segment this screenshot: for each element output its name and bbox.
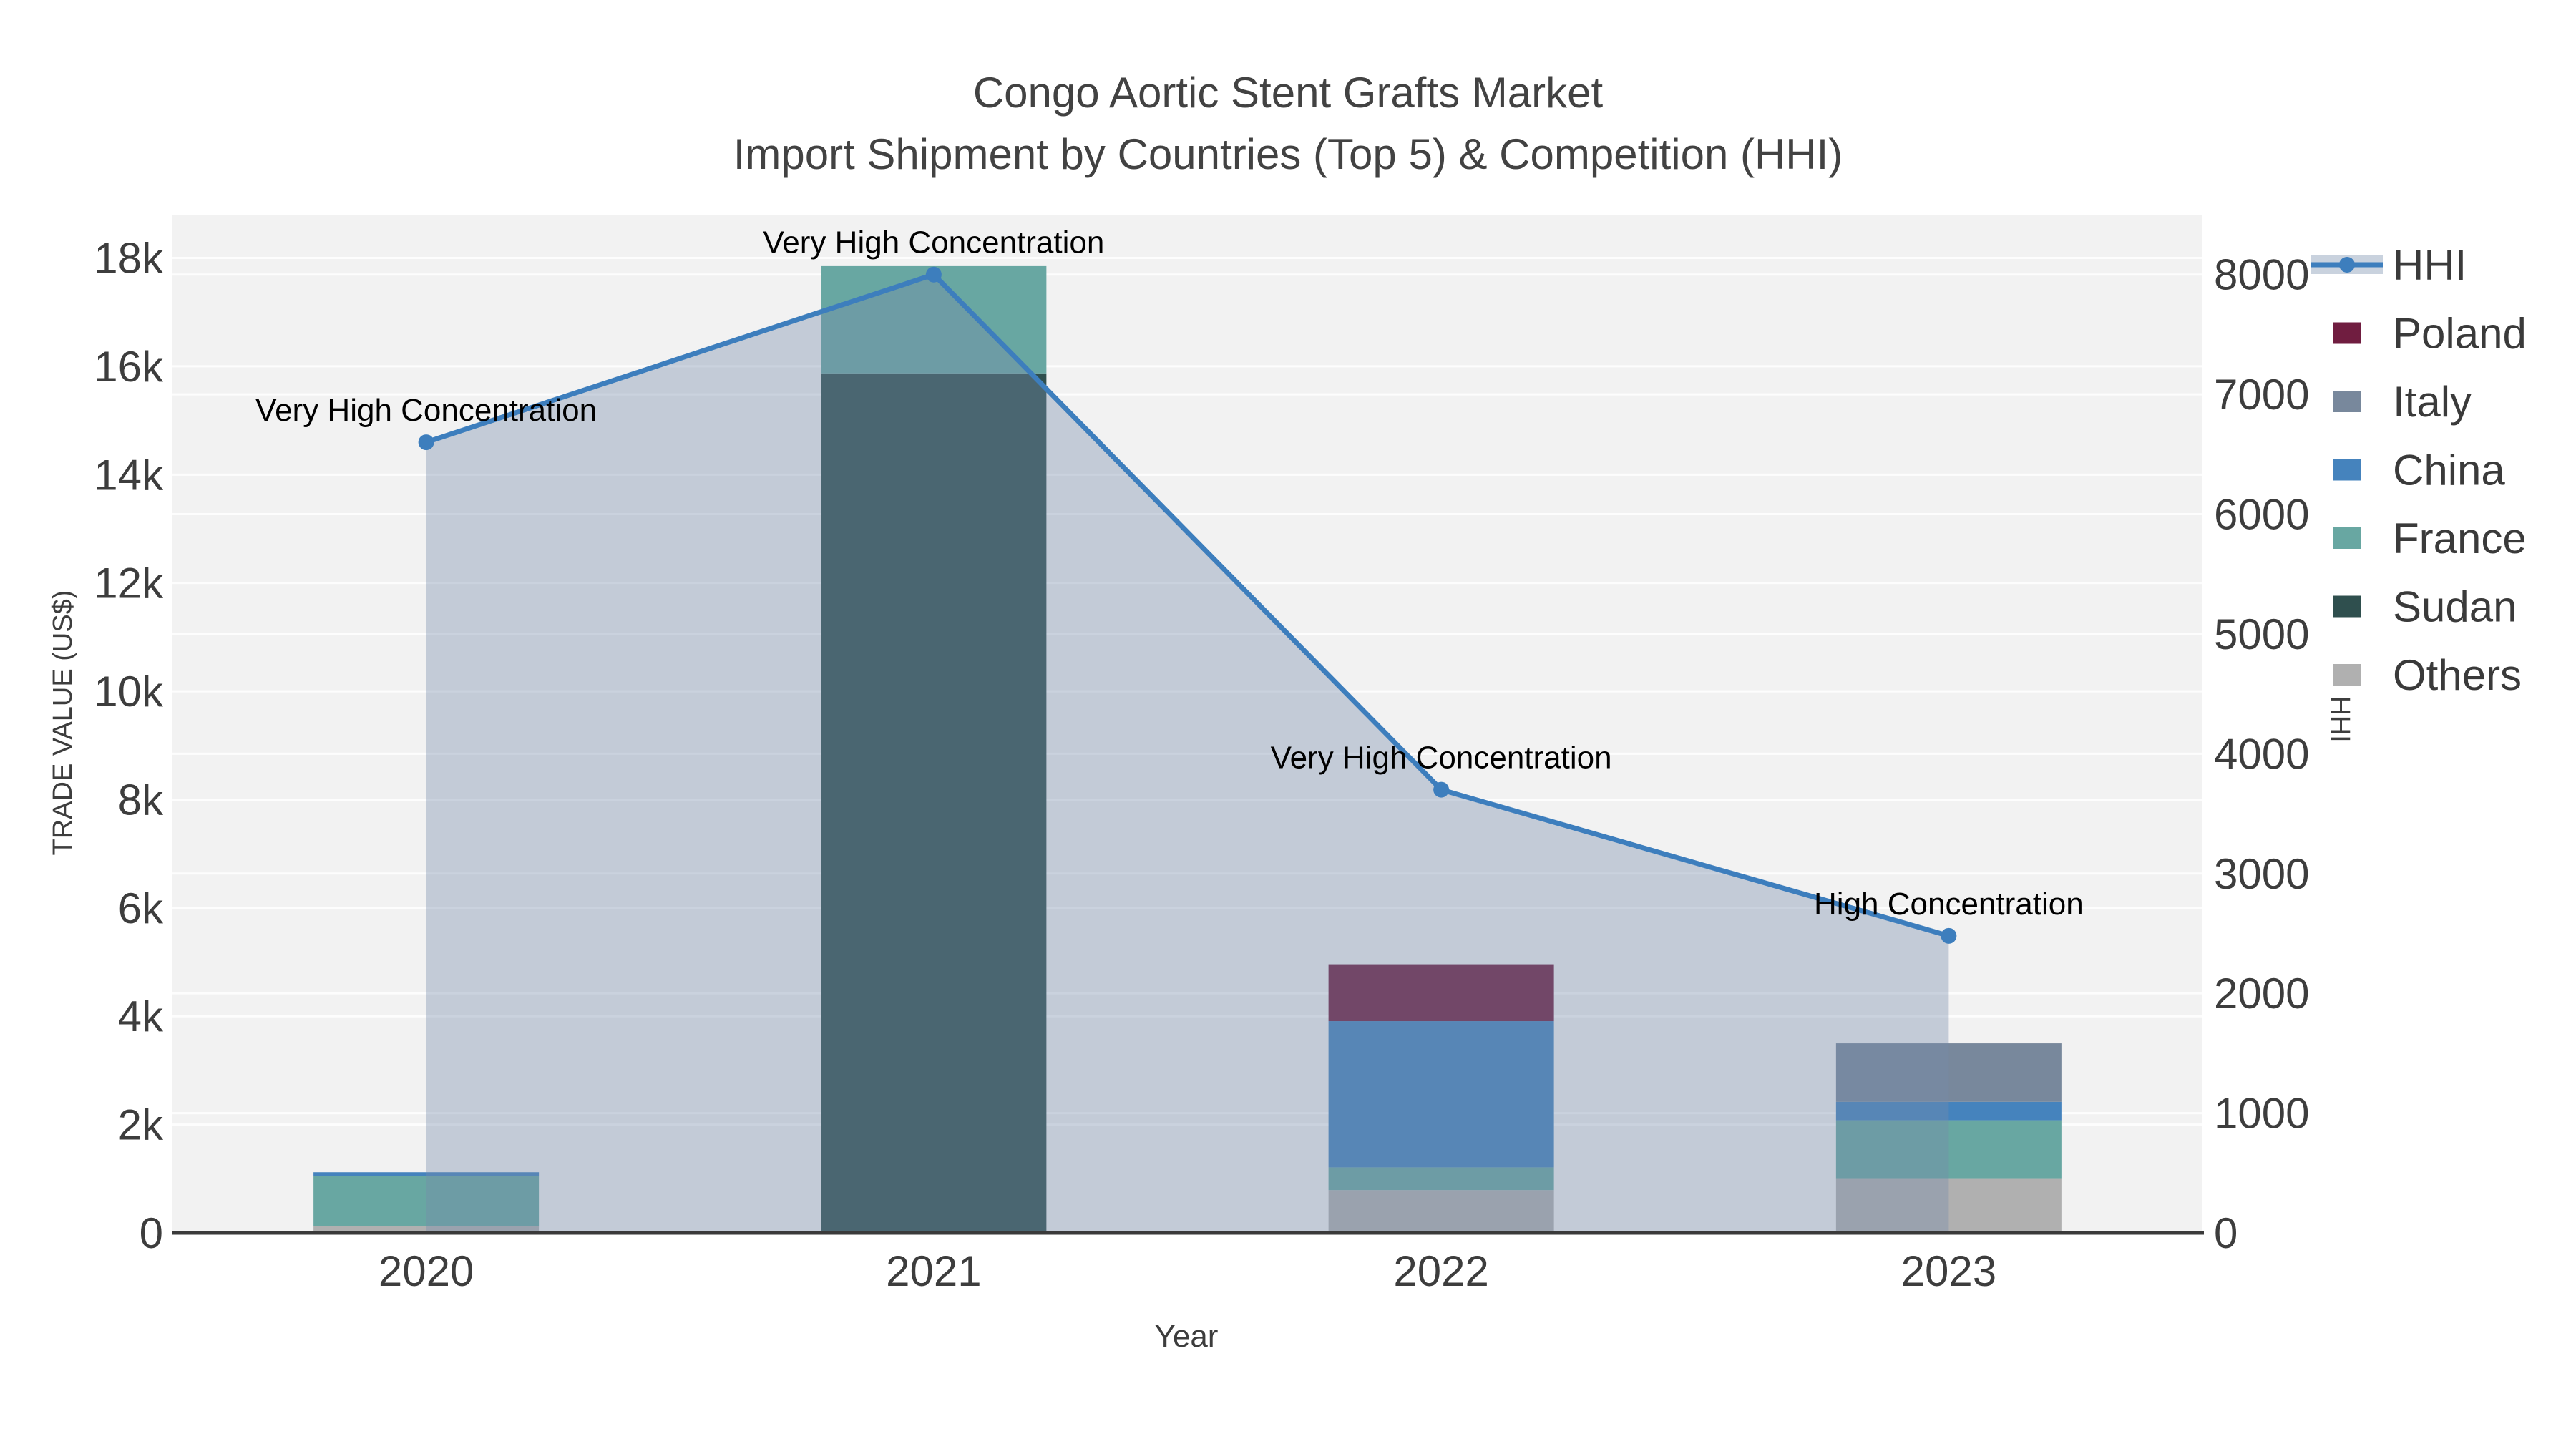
annotation-2021: Very High Concentration (763, 225, 1104, 260)
y-right-tick-4000: 4000 (2214, 730, 2309, 778)
hhi-marker-2020 (418, 434, 434, 451)
legend-label-others: Others (2393, 651, 2522, 699)
y-left-tick-4k: 4k (118, 992, 164, 1040)
legend-item-poland[interactable]: Poland (2333, 310, 2527, 358)
x-tick-2022: 2022 (1393, 1247, 1488, 1295)
legend-label-italy: Italy (2393, 378, 2472, 426)
chart-title-line1: Congo Aortic Stent Grafts Market (973, 69, 1604, 117)
y-left-tick-18k: 18k (94, 235, 164, 283)
y-left-tick-8k: 8k (118, 776, 164, 824)
y-right-tick-2000: 2000 (2214, 970, 2309, 1018)
y-right-tick-8000: 8000 (2214, 251, 2309, 299)
y-left-tick-2k: 2k (118, 1101, 164, 1149)
y-left-tick-0: 0 (140, 1209, 163, 1257)
chart-title-line2: Import Shipment by Countries (Top 5) & C… (733, 130, 1843, 178)
legend-swatch-china (2333, 459, 2361, 481)
legend-item-italy[interactable]: Italy (2333, 378, 2472, 426)
left-axis-title: TRADE VALUE (US$) (48, 590, 78, 856)
legend-hhi-marker-sample (2339, 257, 2355, 273)
legend-swatch-poland (2333, 322, 2361, 344)
y-right-tick-1000: 1000 (2214, 1090, 2309, 1138)
legend: HHI Poland Italy China France Sudan Others (2311, 241, 2527, 699)
x-tick-2021: 2021 (886, 1247, 981, 1295)
x-axis-title: Year (1155, 1319, 1219, 1354)
y-left-tick-14k: 14k (94, 451, 164, 499)
legend-swatch-italy (2333, 391, 2361, 412)
y-right-tick-7000: 7000 (2214, 371, 2309, 419)
legend-label-sudan: Sudan (2393, 583, 2517, 631)
x-tick-2020: 2020 (379, 1247, 474, 1295)
y-right-tick-3000: 3000 (2214, 850, 2309, 898)
hhi-marker-2022 (1433, 781, 1450, 798)
y-left-tick-16k: 16k (94, 343, 164, 391)
y-left-tick-6k: 6k (118, 884, 164, 932)
y-right-tick-0: 0 (2214, 1209, 2238, 1257)
y-right-tick-5000: 5000 (2214, 610, 2309, 658)
right-axis-title: HHI (2325, 696, 2355, 742)
legend-swatch-others (2333, 664, 2361, 686)
legend-item-china[interactable]: China (2333, 447, 2505, 494)
hhi-marker-2021 (925, 266, 942, 283)
chart-svg: Very High Concentration Very High Concent… (48, 69, 2527, 1354)
legend-item-france[interactable]: France (2333, 514, 2527, 562)
legend-label-france: France (2393, 514, 2527, 562)
x-tick-2023: 2023 (1901, 1247, 1996, 1295)
y-left-tick-10k: 10k (94, 668, 164, 716)
legend-item-others[interactable]: Others (2333, 651, 2522, 699)
hhi-marker-2023 (1941, 927, 1957, 944)
legend-label-china: China (2393, 447, 2505, 494)
legend-swatch-sudan (2333, 595, 2361, 618)
chart-figure: Very High Concentration Very High Concent… (0, 0, 2576, 1449)
legend-item-sudan[interactable]: Sudan (2333, 583, 2517, 631)
annotation-2023: High Concentration (1814, 887, 2084, 922)
annotation-2022: Very High Concentration (1271, 741, 1612, 776)
legend-label-poland: Poland (2393, 310, 2527, 358)
legend-label-hhi: HHI (2393, 241, 2467, 289)
y-left-tick-12k: 12k (94, 560, 164, 608)
legend-item-hhi[interactable]: HHI (2311, 241, 2467, 289)
legend-swatch-france (2333, 527, 2361, 549)
annotation-2020: Very High Concentration (255, 393, 597, 428)
y-right-tick-6000: 6000 (2214, 491, 2309, 539)
